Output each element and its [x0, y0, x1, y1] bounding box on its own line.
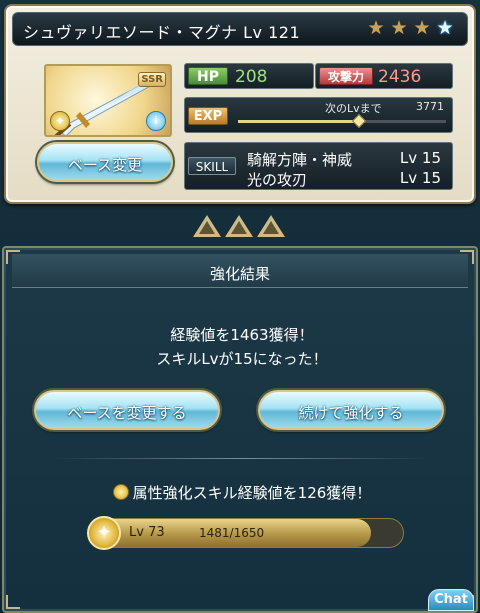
skill-panel: SKILL 騎解方陣・神威 Lv 15 光の攻刃 Lv 15 [184, 142, 453, 190]
attack-label: 攻撃力 [319, 67, 373, 85]
enhance-result-screen: シュヴァリエソード・マグナ Lv 121 ★ ★ ★ ★ SSR ✦ i ベース… [0, 0, 480, 613]
change-base-button-2[interactable]: ベースを変更する [34, 390, 220, 430]
hp-value: 208 [235, 67, 268, 87]
exp-stat: EXP 次のLvまで 3771 [184, 97, 453, 133]
attribute-exp: 1481/1650 [199, 526, 265, 540]
exp-progress-fill [238, 120, 359, 123]
skill-level-message: スキルLvが15になった！ [156, 350, 328, 368]
star-icon: ★ [367, 17, 385, 39]
up-arrow-icon [193, 215, 221, 237]
attribute-level-bar: ✦ Lv 73 1481/1650 [87, 516, 404, 550]
chat-button[interactable]: Chat [428, 589, 474, 611]
exp-next-value: 3771 [416, 100, 444, 113]
weapon-thumbnail[interactable]: SSR ✦ i [44, 64, 172, 137]
light-element-icon: ✦ [50, 111, 70, 131]
skill-level: Lv 15 [399, 169, 441, 187]
weapon-title: シュヴァリエソード・マグナ Lv 121 [23, 23, 301, 42]
ssr-badge: SSR [138, 72, 166, 87]
skill-row: 光の攻刃 Lv 15 [247, 169, 447, 190]
hp-label: HP [188, 67, 228, 85]
frame-corner [6, 595, 20, 609]
attack-value: 2436 [378, 67, 422, 87]
rarity-stars: ★ ★ ★ ★ [366, 18, 455, 38]
upgrade-arrows [193, 215, 285, 237]
exp-progress-marker [351, 113, 366, 129]
up-arrow-icon [225, 215, 253, 237]
change-base-button[interactable]: ベース変更 [37, 142, 173, 182]
exp-label: EXP [188, 107, 228, 125]
weapon-title-bar: シュヴァリエソード・マグナ Lv 121 ★ ★ ★ ★ [12, 12, 468, 46]
weapon-card: シュヴァリエソード・マグナ Lv 121 ★ ★ ★ ★ SSR ✦ i ベース… [4, 4, 476, 204]
skill-info-icon: i [146, 111, 166, 131]
skill-level: Lv 15 [399, 149, 441, 167]
up-arrow-icon [257, 215, 285, 237]
exp-next-label: 次のLvまで [325, 102, 382, 115]
result-panel: 強化結果 経験値を1463獲得！ スキルLvが15になった！ ベースを変更する … [2, 246, 478, 613]
attribute-exp-message: 属性強化スキル経験値を126獲得！ [4, 482, 480, 503]
result-header: 強化結果 [12, 254, 468, 288]
skill-name: 光の攻刃 [247, 171, 308, 189]
skill-row: 騎解方陣・神威 Lv 15 [247, 149, 447, 170]
result-title: 強化結果 [209, 265, 270, 283]
hp-stat: HP 208 [184, 63, 314, 89]
light-element-icon: ✦ [87, 516, 121, 550]
continue-enhance-button[interactable]: 続けて強化する [258, 390, 444, 430]
exp-gained-message: 経験値を1463獲得！ [170, 326, 314, 344]
star-icon: ★ [413, 17, 431, 39]
continue-enhance-label: 続けて強化する [298, 404, 404, 422]
change-base-2-label: ベースを変更する [67, 404, 187, 422]
divider [54, 458, 430, 459]
star-icon: ★ [390, 17, 408, 39]
attribute-level: Lv 73 [129, 525, 165, 540]
change-base-label: ベース変更 [67, 156, 143, 174]
attack-stat: 攻撃力 2436 [315, 63, 453, 89]
exp-progress-bar [238, 113, 446, 129]
light-element-icon [112, 484, 129, 500]
uncap-star-icon: ★ [436, 17, 454, 39]
skill-label: SKILL [188, 157, 236, 175]
skill-name: 騎解方陣・神威 [247, 151, 353, 169]
